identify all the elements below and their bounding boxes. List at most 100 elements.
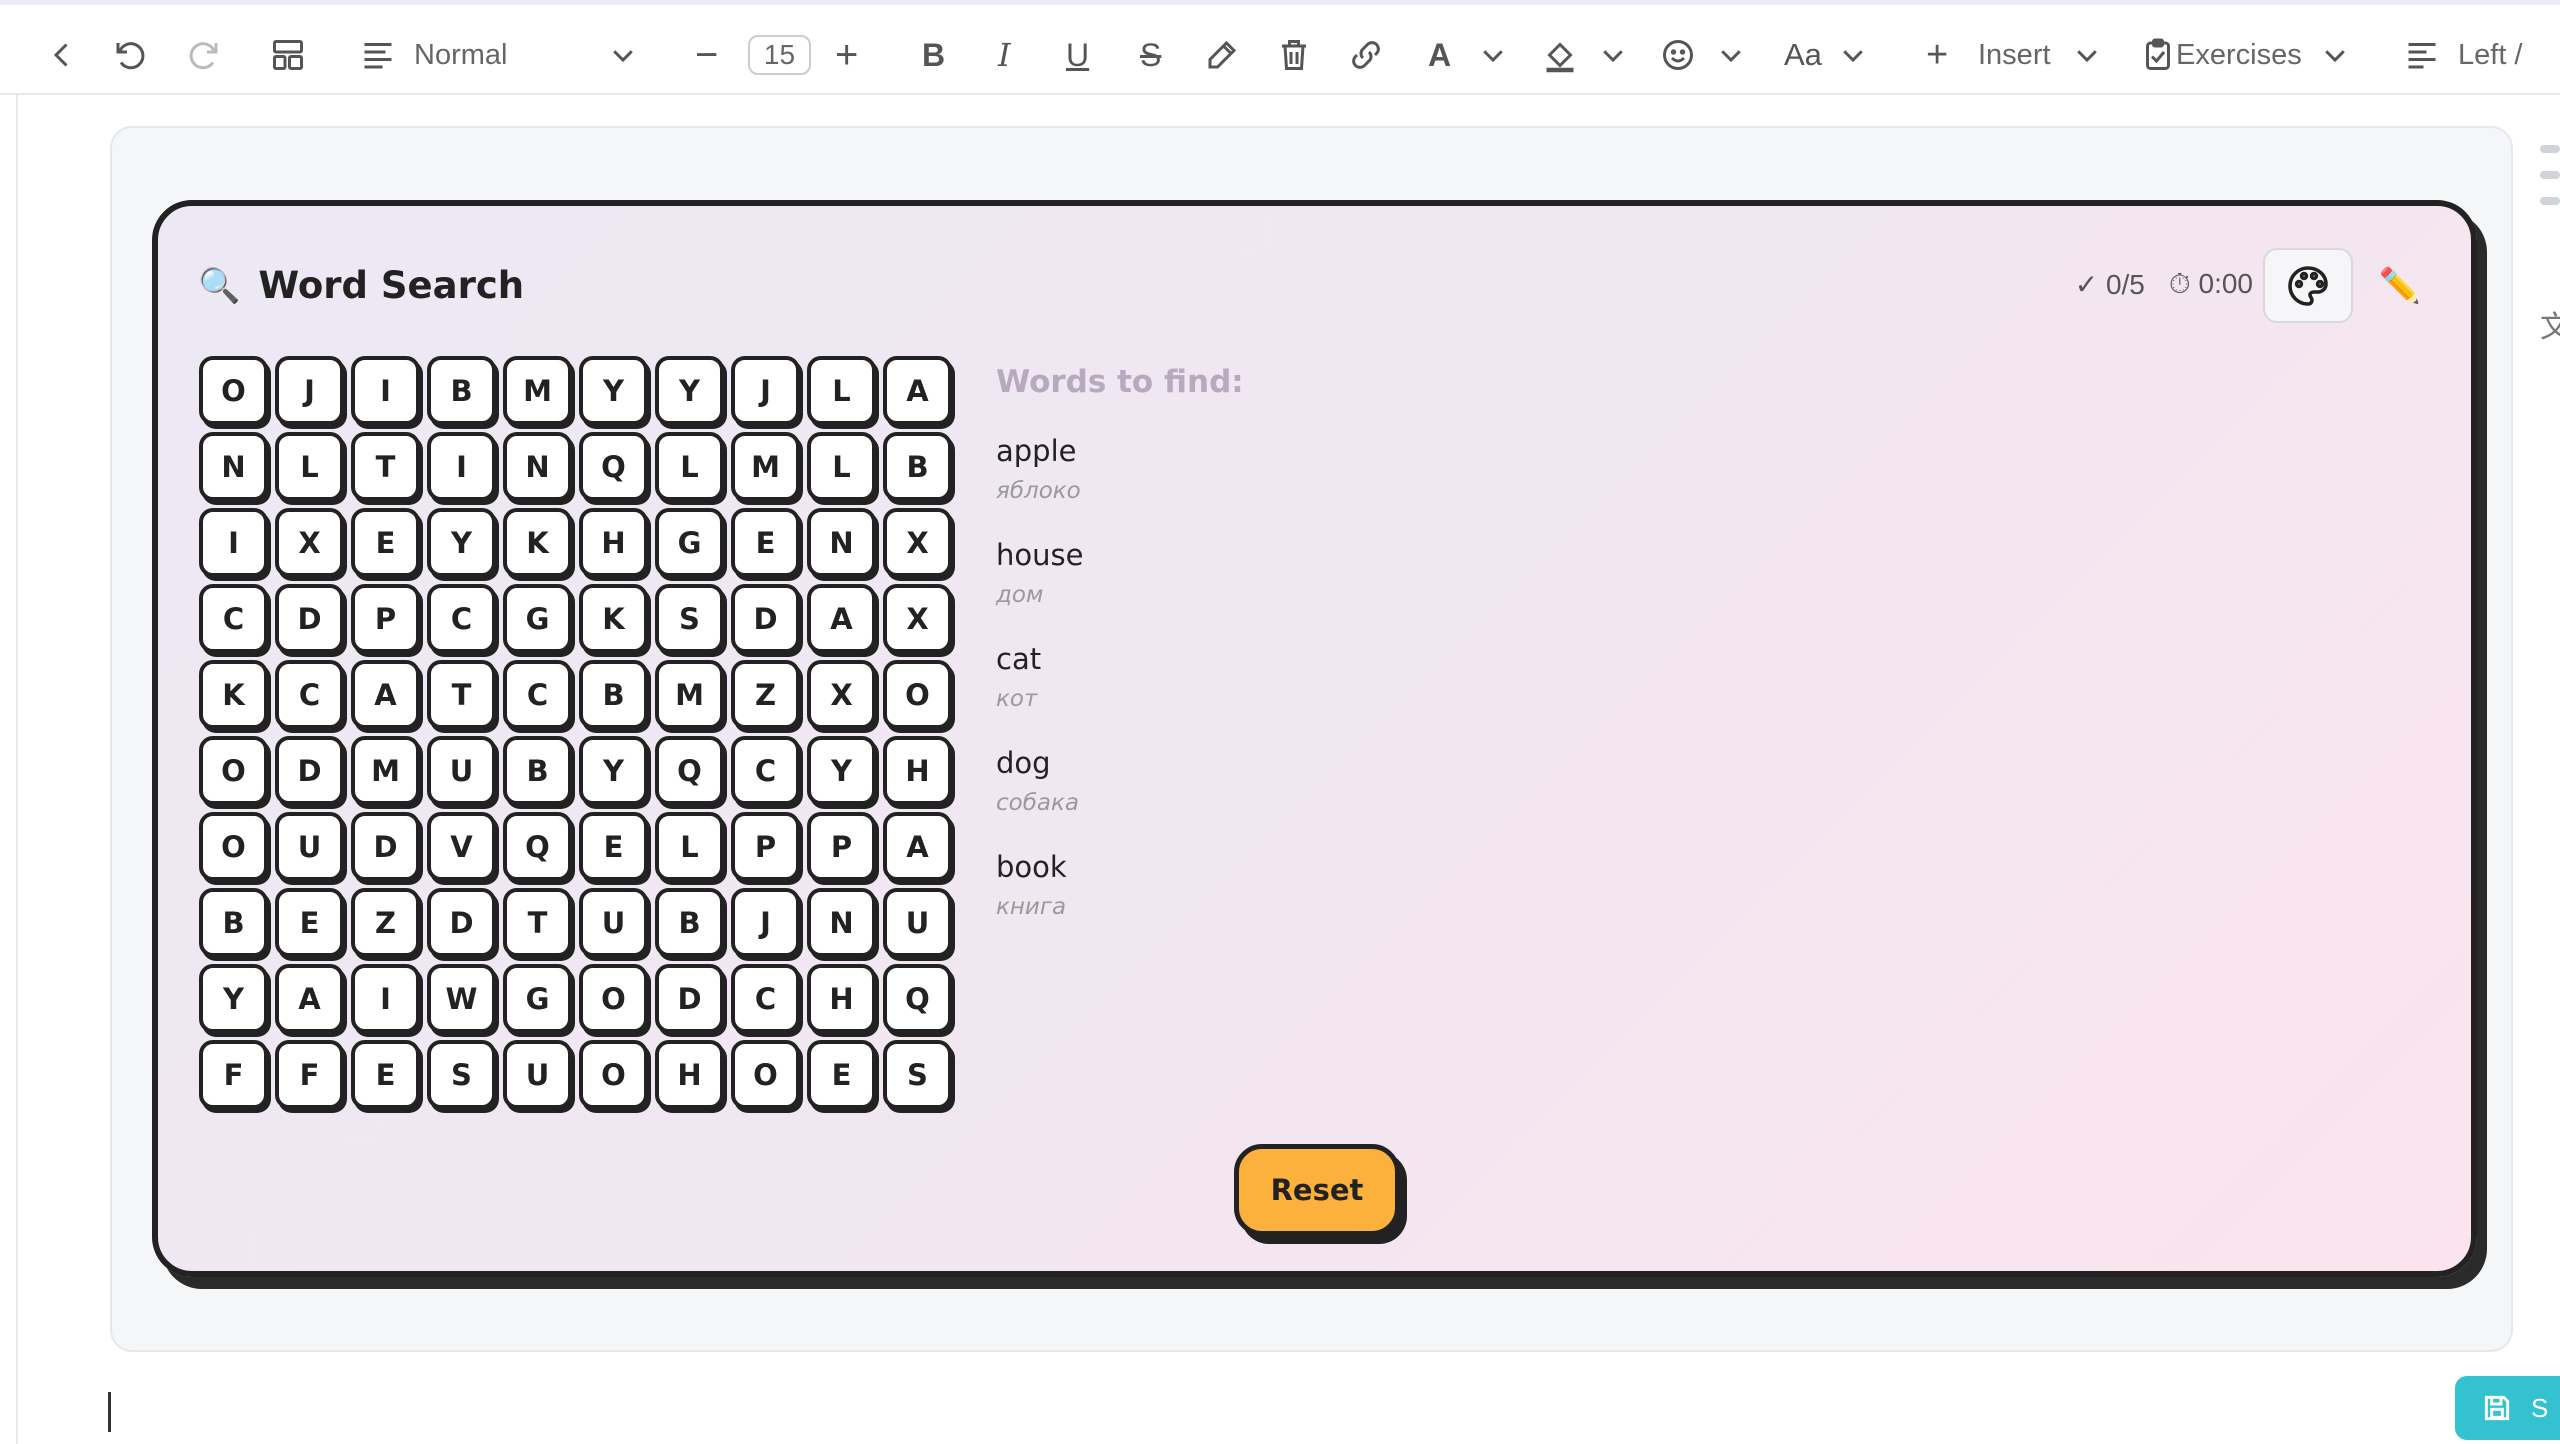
grid-cell[interactable]: L bbox=[275, 432, 344, 501]
grid-cell[interactable]: D bbox=[427, 888, 496, 957]
insert-chevron-icon[interactable] bbox=[2072, 33, 2102, 77]
edit-pencil-icon[interactable]: ✏️ bbox=[2379, 266, 2421, 306]
underline-button[interactable]: U bbox=[1066, 33, 1089, 77]
grid-cell[interactable]: P bbox=[807, 812, 876, 881]
exercises-chevron-icon[interactable] bbox=[2320, 33, 2350, 77]
grid-cell[interactable]: A bbox=[275, 964, 344, 1033]
link-icon[interactable] bbox=[1348, 33, 1384, 77]
grid-cell[interactable]: S bbox=[427, 1040, 496, 1109]
grid-cell[interactable]: A bbox=[883, 356, 952, 425]
alignment-select[interactable]: Left / bbox=[2458, 33, 2523, 77]
grid-cell[interactable]: N bbox=[503, 432, 572, 501]
grid-cell[interactable]: A bbox=[883, 812, 952, 881]
grid-cell[interactable]: A bbox=[351, 660, 420, 729]
reset-button[interactable]: Reset bbox=[1234, 1144, 1400, 1236]
grid-cell[interactable]: D bbox=[731, 584, 800, 653]
grid-cell[interactable]: G bbox=[503, 964, 572, 1033]
grid-cell[interactable]: B bbox=[503, 736, 572, 805]
grid-cell[interactable]: B bbox=[199, 888, 268, 957]
grid-cell[interactable]: Y bbox=[199, 964, 268, 1033]
grid-cell[interactable]: N bbox=[199, 432, 268, 501]
grid-cell[interactable]: Y bbox=[807, 736, 876, 805]
grid-cell[interactable]: Y bbox=[655, 356, 724, 425]
grid-cell[interactable]: L bbox=[807, 356, 876, 425]
grid-cell[interactable]: U bbox=[579, 888, 648, 957]
grid-cell[interactable]: J bbox=[731, 888, 800, 957]
grid-cell[interactable]: L bbox=[655, 432, 724, 501]
grid-cell[interactable]: D bbox=[275, 584, 344, 653]
insert-menu[interactable]: Insert bbox=[1978, 33, 2051, 77]
layout-icon[interactable] bbox=[270, 33, 306, 77]
grid-cell[interactable]: I bbox=[351, 356, 420, 425]
grid-cell[interactable]: H bbox=[883, 736, 952, 805]
grid-cell[interactable]: C bbox=[503, 660, 572, 729]
grid-cell[interactable]: Q bbox=[579, 432, 648, 501]
grid-cell[interactable]: N bbox=[807, 508, 876, 577]
grid-cell[interactable]: G bbox=[503, 584, 572, 653]
grid-cell[interactable]: O bbox=[731, 1040, 800, 1109]
grid-cell[interactable]: B bbox=[883, 432, 952, 501]
grid-cell[interactable]: I bbox=[199, 508, 268, 577]
grid-cell[interactable]: S bbox=[655, 584, 724, 653]
grid-cell[interactable]: V bbox=[427, 812, 496, 881]
grid-cell[interactable]: Y bbox=[579, 736, 648, 805]
grid-cell[interactable]: F bbox=[275, 1040, 344, 1109]
grid-cell[interactable]: E bbox=[731, 508, 800, 577]
strikethrough-button[interactable]: S bbox=[1140, 33, 1161, 77]
grid-cell[interactable]: O bbox=[579, 964, 648, 1033]
grid-cell[interactable]: L bbox=[807, 432, 876, 501]
emoji-icon[interactable] bbox=[1660, 33, 1696, 77]
theme-palette-button[interactable] bbox=[2263, 248, 2353, 323]
insert-plus-icon[interactable]: + bbox=[1926, 33, 1948, 77]
grid-cell[interactable]: H bbox=[655, 1040, 724, 1109]
grid-cell[interactable]: I bbox=[427, 432, 496, 501]
grid-cell[interactable]: O bbox=[199, 356, 268, 425]
grid-cell[interactable]: M bbox=[731, 432, 800, 501]
align-left-icon[interactable] bbox=[2404, 33, 2440, 77]
grid-cell[interactable]: Q bbox=[503, 812, 572, 881]
grid-cell[interactable]: T bbox=[351, 432, 420, 501]
grid-cell[interactable]: P bbox=[731, 812, 800, 881]
delete-icon[interactable] bbox=[1276, 33, 1312, 77]
fill-color-icon[interactable] bbox=[1542, 33, 1578, 77]
paragraph-style-chevron-icon[interactable] bbox=[608, 33, 638, 77]
grid-cell[interactable]: O bbox=[883, 660, 952, 729]
grid-cell[interactable]: E bbox=[579, 812, 648, 881]
exercises-menu[interactable]: Exercises bbox=[2176, 33, 2302, 77]
grid-cell[interactable]: Y bbox=[427, 508, 496, 577]
grid-cell[interactable]: M bbox=[655, 660, 724, 729]
increase-font-button[interactable]: + bbox=[835, 33, 858, 77]
text-case-chevron-icon[interactable] bbox=[1838, 33, 1868, 77]
grid-cell[interactable]: B bbox=[579, 660, 648, 729]
grid-cell[interactable]: T bbox=[503, 888, 572, 957]
grid-cell[interactable]: K bbox=[503, 508, 572, 577]
back-chevron-icon[interactable] bbox=[44, 33, 80, 77]
italic-button[interactable]: I bbox=[998, 33, 1011, 77]
bold-button[interactable]: B bbox=[922, 33, 945, 77]
grid-cell[interactable]: E bbox=[351, 1040, 420, 1109]
grid-cell[interactable]: Q bbox=[655, 736, 724, 805]
grid-cell[interactable]: U bbox=[503, 1040, 572, 1109]
grid-cell[interactable]: C bbox=[731, 964, 800, 1033]
grid-cell[interactable]: C bbox=[731, 736, 800, 805]
grid-cell[interactable]: O bbox=[199, 812, 268, 881]
grid-cell[interactable]: O bbox=[579, 1040, 648, 1109]
grid-cell[interactable]: Z bbox=[731, 660, 800, 729]
grid-cell[interactable]: J bbox=[731, 356, 800, 425]
grid-cell[interactable]: D bbox=[275, 736, 344, 805]
grid-cell[interactable]: K bbox=[199, 660, 268, 729]
font-color-chevron-icon[interactable] bbox=[1478, 33, 1508, 77]
grid-cell[interactable]: D bbox=[655, 964, 724, 1033]
grid-cell[interactable]: H bbox=[807, 964, 876, 1033]
grid-cell[interactable]: U bbox=[883, 888, 952, 957]
grid-cell[interactable]: W bbox=[427, 964, 496, 1033]
grid-cell[interactable]: O bbox=[199, 736, 268, 805]
text-case-button[interactable]: Aa bbox=[1784, 33, 1822, 77]
grid-cell[interactable]: Q bbox=[883, 964, 952, 1033]
grid-cell[interactable]: C bbox=[199, 584, 268, 653]
grid-cell[interactable]: B bbox=[655, 888, 724, 957]
decrease-font-button[interactable]: − bbox=[695, 33, 718, 77]
translate-icon[interactable]: 文 bbox=[2540, 302, 2560, 346]
grid-cell[interactable]: E bbox=[275, 888, 344, 957]
grid-cell[interactable]: H bbox=[579, 508, 648, 577]
